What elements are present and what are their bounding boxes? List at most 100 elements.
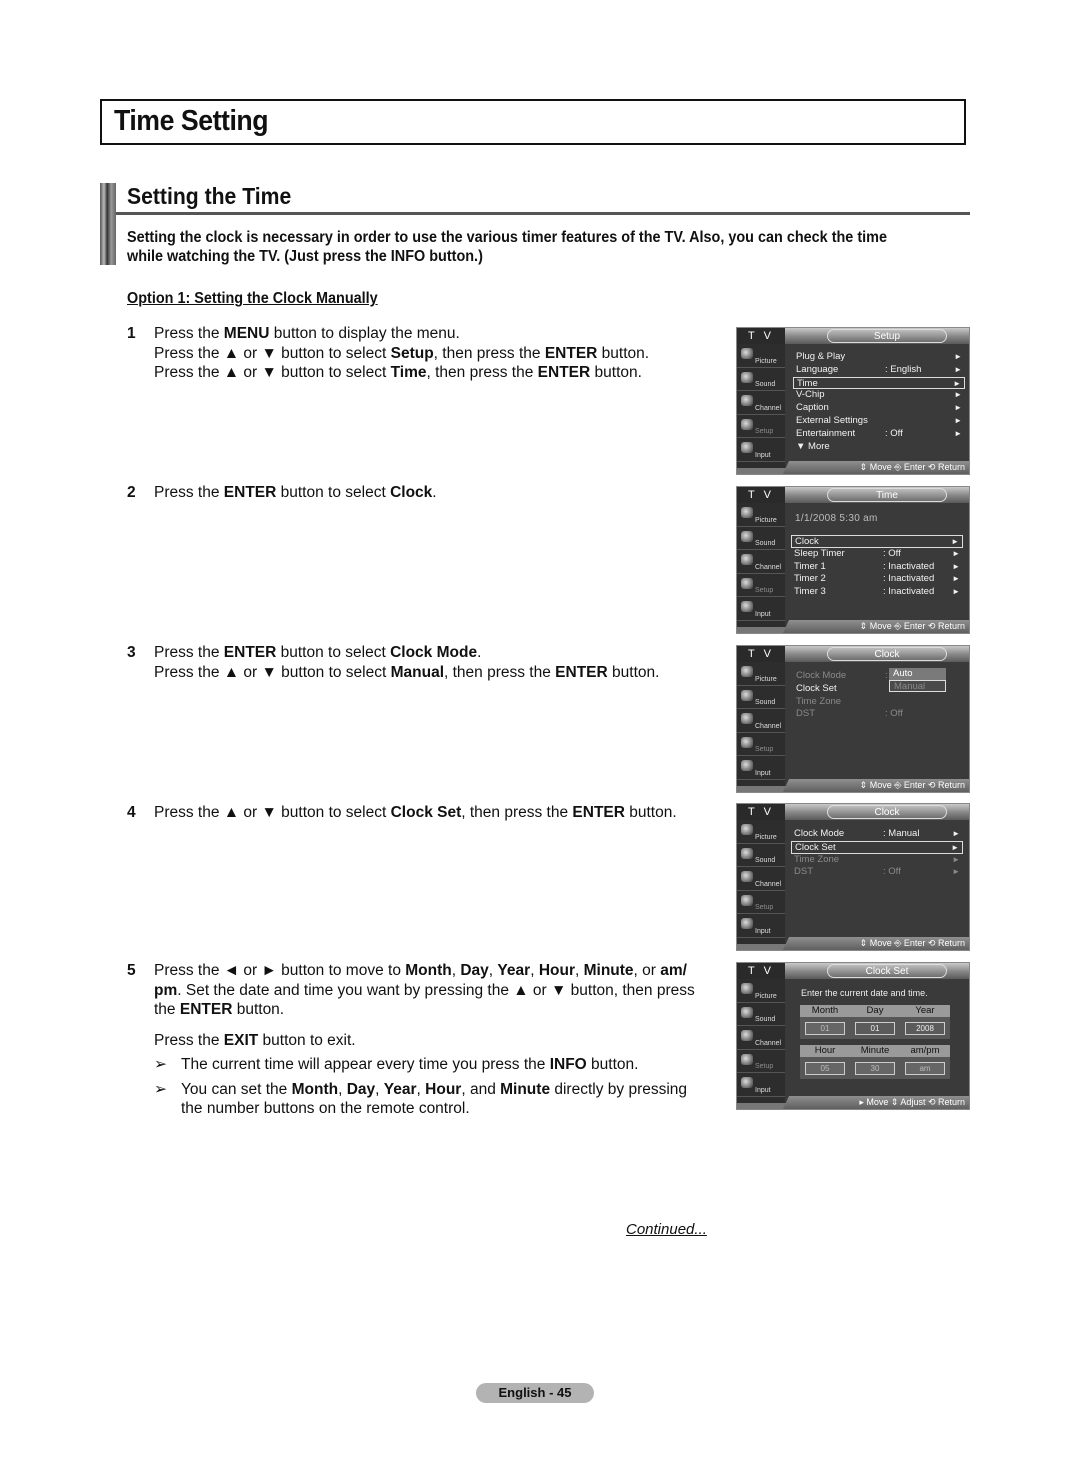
input-icon: [741, 760, 753, 772]
menu-item-selected[interactable]: Clock Set ►: [791, 840, 963, 854]
sidebar-item-picture[interactable]: Picture: [737, 344, 785, 368]
clock-mode-dropdown[interactable]: Auto Manual: [889, 668, 946, 692]
sidebar-item-setup[interactable]: Setup: [737, 1050, 785, 1074]
keyword: Clock Set: [390, 804, 462, 821]
keyword: Minute: [500, 1080, 551, 1098]
sidebar-label: Input: [755, 1086, 771, 1094]
osd-sidebar: Picture Sound Channel Setup Input: [737, 344, 785, 468]
sidebar-item-picture[interactable]: Picture: [737, 979, 785, 1003]
sidebar-item-channel[interactable]: Channel: [737, 709, 785, 733]
menu-value: : Off: [885, 427, 903, 439]
keyword: Setup: [390, 344, 434, 362]
sidebar-item-sound[interactable]: Sound: [737, 1003, 785, 1027]
menu-item[interactable]: Time Zone ►: [791, 854, 963, 867]
sidebar-item-picture[interactable]: Picture: [737, 820, 785, 844]
sidebar-item-picture[interactable]: Picture: [737, 662, 785, 686]
setup-gear-icon: [741, 894, 753, 906]
text: button.: [624, 804, 677, 821]
text: Press the: [154, 1031, 224, 1049]
intro-line: while watching the TV. (Just press the I…: [127, 248, 483, 265]
menu-item[interactable]: Time Zone: [793, 696, 965, 709]
text: ,: [574, 962, 584, 979]
menu-item[interactable]: Timer 2: Inactivated ►: [791, 573, 963, 586]
menu-item[interactable]: DST: Off ►: [791, 866, 963, 879]
menu-item[interactable]: Entertainment: Off ►: [793, 428, 965, 441]
sidebar-label: Picture: [755, 992, 777, 1000]
menu-item-more[interactable]: ▼ More: [793, 441, 965, 454]
menu-item[interactable]: DST: Off: [793, 708, 965, 721]
sidebar-item-sound[interactable]: Sound: [737, 686, 785, 710]
osd-sidebar: Picture Sound Channel Setup Input: [737, 820, 785, 944]
hour-field[interactable]: 05: [805, 1061, 845, 1075]
text: Press the ▲ or ▼ button to select: [154, 804, 391, 821]
step-4: 4 Press the ▲ or ▼ button to select Cloc…: [127, 803, 707, 823]
sidebar-item-setup[interactable]: Setup: [737, 415, 785, 439]
menu-item[interactable]: Timer 3: Inactivated ►: [791, 586, 963, 599]
setup-gear-icon: [741, 736, 753, 748]
sidebar-item-sound[interactable]: Sound: [737, 368, 785, 392]
menu-label: Timer 1: [794, 560, 826, 572]
menu-value: : English: [885, 363, 922, 375]
sidebar-item-setup[interactable]: Setup: [737, 574, 785, 598]
ampm-field[interactable]: am: [905, 1061, 945, 1075]
sidebar-item-setup[interactable]: Setup: [737, 733, 785, 757]
menu-item[interactable]: Plug & Play ►: [793, 351, 965, 364]
sidebar-item-setup[interactable]: Setup: [737, 891, 785, 915]
menu-label: Entertainment: [796, 427, 856, 439]
osd-tv-label: T V: [737, 487, 785, 503]
text: , then press the: [433, 344, 545, 362]
sidebar-item-input[interactable]: Input: [737, 438, 785, 462]
text: .: [432, 484, 437, 501]
menu-value: : Inactivated: [883, 586, 935, 598]
year-field[interactable]: 2008: [905, 1021, 945, 1035]
menu-item[interactable]: Clock Mode: Manual ►: [791, 828, 963, 841]
text: ,: [338, 1080, 347, 1098]
text: The current time will appear every time …: [181, 1056, 550, 1073]
sidebar-item-input[interactable]: Input: [737, 1073, 785, 1097]
sidebar-item-input[interactable]: Input: [737, 597, 785, 621]
sidebar-item-channel[interactable]: Channel: [737, 550, 785, 574]
dropdown-option-manual[interactable]: Manual: [889, 680, 946, 692]
step-5: 5 Press the ◄ or ► button to move to Mon…: [127, 961, 702, 1119]
osd-footer-hints: ⇕ Move ⎆ Enter ⟲ Return: [783, 620, 969, 633]
header-month: Month: [811, 1005, 839, 1016]
menu-value: : Off: [883, 547, 901, 559]
menu-item[interactable]: Sleep Timer: Off ►: [791, 548, 963, 561]
month-field[interactable]: 01: [805, 1021, 845, 1035]
keyword: INFO: [549, 1056, 587, 1073]
sidebar-item-channel[interactable]: Channel: [737, 1026, 785, 1050]
sidebar-item-channel[interactable]: Channel: [737, 391, 785, 415]
sidebar-label: Sound: [755, 699, 776, 707]
menu-item[interactable]: Caption ►: [793, 402, 965, 415]
sound-icon: [741, 689, 753, 701]
sidebar-item-sound[interactable]: Sound: [737, 527, 785, 551]
intro-line: Setting the clock is necessary in order …: [127, 229, 887, 246]
header-day: Day: [866, 1005, 884, 1016]
sidebar-item-picture[interactable]: Picture: [737, 503, 785, 527]
menu-item-selected[interactable]: Clock ►: [791, 535, 963, 548]
sound-icon: [741, 1006, 753, 1018]
menu-label: Clock Mode: [794, 828, 845, 839]
menu-item[interactable]: Timer 1: Inactivated ►: [791, 561, 963, 574]
sidebar-label: Sound: [755, 540, 776, 548]
text: button to select: [276, 644, 391, 661]
minute-field[interactable]: 30: [855, 1061, 895, 1075]
menu-item[interactable]: External Settings ►: [793, 415, 965, 428]
keyword: Minute: [583, 962, 634, 979]
arrow-right-icon: ►: [954, 352, 962, 361]
dropdown-option-auto[interactable]: Auto: [889, 668, 946, 680]
menu-item[interactable]: V-Chip ►: [793, 389, 965, 402]
text: .: [477, 644, 482, 661]
osd-title: Setup: [827, 329, 947, 343]
osd-tv-label: T V: [737, 963, 785, 979]
day-field[interactable]: 01: [855, 1021, 895, 1035]
header-ampm: am/pm: [910, 1045, 940, 1056]
sidebar-item-channel[interactable]: Channel: [737, 867, 785, 891]
sidebar-item-sound[interactable]: Sound: [737, 844, 785, 868]
menu-item-selected[interactable]: Time ►: [793, 376, 965, 390]
menu-item[interactable]: Language: English ►: [793, 364, 965, 377]
sidebar-item-input[interactable]: Input: [737, 756, 785, 780]
sidebar-item-input[interactable]: Input: [737, 914, 785, 938]
sidebar-label: Sound: [755, 857, 776, 865]
osd-sidebar: Picture Sound Channel Setup Input: [737, 662, 785, 786]
